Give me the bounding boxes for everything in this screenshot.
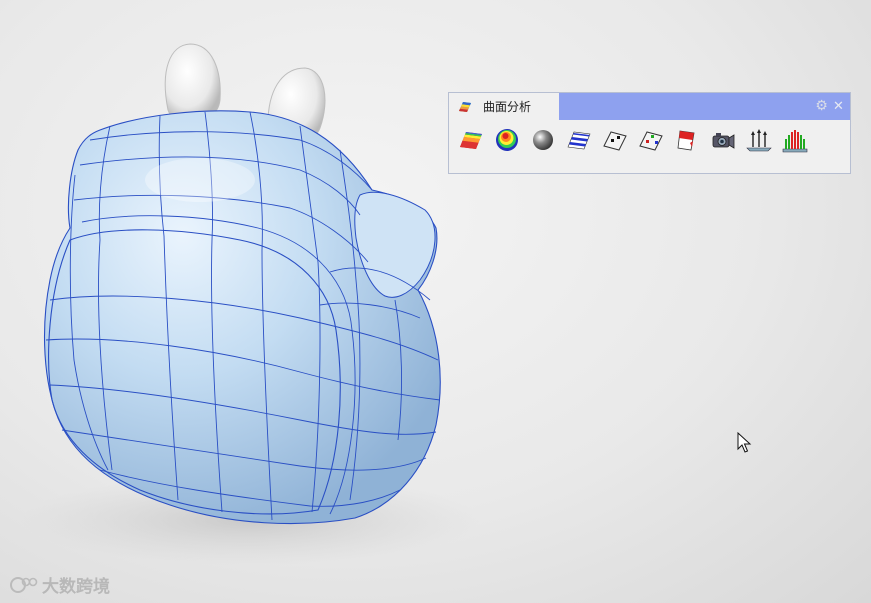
3d-viewport[interactable]: [0, 0, 871, 603]
histogram-icon: [782, 130, 808, 153]
tab-label: 曲面分析: [483, 100, 532, 114]
point-deviation-tool[interactable]: [599, 126, 631, 154]
tab-surface-analysis[interactable]: 曲面分析: [449, 93, 559, 120]
environment-map-tool[interactable]: [527, 126, 559, 154]
thickness-analysis-tool[interactable]: [779, 126, 811, 154]
watermark-logo-icon: [10, 576, 38, 593]
draft-angle-tool[interactable]: [671, 126, 703, 154]
toolbar-tabbar: 曲面分析 ⚙ ✕: [449, 93, 850, 120]
camera-icon: [712, 133, 735, 149]
zebra-tool[interactable]: [563, 126, 595, 154]
surface-analysis-icon: [459, 101, 471, 112]
zebra-stripes-icon: [567, 131, 591, 150]
zebra-analysis-icon: [460, 132, 482, 149]
edge-points-icon: [639, 131, 663, 151]
draft-angle-icon: [677, 130, 695, 151]
gear-icon[interactable]: ⚙: [814, 99, 829, 114]
emap-camera-tool[interactable]: [707, 126, 739, 154]
curvature-analysis-tool[interactable]: [491, 126, 523, 154]
model-render: [20, 43, 480, 565]
chrome-sphere-icon: [533, 130, 553, 150]
watermark: 大数跨境: [10, 572, 110, 597]
curvature-sphere-icon: [496, 129, 518, 151]
normal-arrows-icon: [746, 129, 772, 152]
zebra-stripes-tool[interactable]: [455, 126, 487, 154]
mouse-cursor-icon: [737, 432, 752, 453]
surface-analysis-toolbar: 曲面分析 ⚙ ✕: [448, 92, 851, 174]
watermark-text: 大数跨境: [42, 577, 110, 597]
surface-points-icon: [603, 131, 627, 151]
edge-analysis-tool[interactable]: [635, 126, 667, 154]
direction-analysis-tool[interactable]: [743, 126, 775, 154]
toolbar-tools: [455, 126, 811, 156]
close-icon[interactable]: ✕: [832, 99, 845, 114]
